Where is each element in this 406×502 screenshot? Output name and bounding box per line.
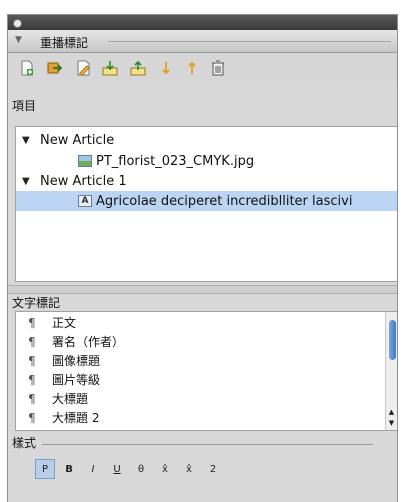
tree-row-label: Agricolae deciperet incrediblliter lasci… bbox=[96, 193, 353, 209]
format-toolbar: P B I U θ x̂ x̂ 2 bbox=[8, 455, 397, 483]
panel-splitter[interactable] bbox=[8, 285, 397, 294]
paragraph-icon: ¶ bbox=[28, 334, 36, 349]
arrow-down-icon bbox=[162, 62, 170, 75]
style-mode-row: 樣式 bbox=[12, 434, 393, 450]
paragraph-icon: ¶ bbox=[28, 372, 36, 387]
ordinal-button[interactable]: 2 bbox=[203, 459, 223, 479]
panel-title: 重播標記 bbox=[40, 36, 89, 50]
italic-button[interactable]: I bbox=[83, 459, 103, 479]
new-document-icon bbox=[21, 60, 33, 76]
list-item-label: 圖像標題 bbox=[52, 354, 101, 368]
mapping-arrow-icon bbox=[47, 62, 63, 74]
tree-row-article[interactable]: ▼ New Article 1 bbox=[16, 171, 397, 191]
panel-header[interactable]: ▼ 重播標記 bbox=[8, 30, 397, 53]
tagging-panel: ▼ 重播標記 項目 ▼ New Article PT_florist_023_C… bbox=[7, 14, 398, 502]
list-scrollbar[interactable]: ▲ ▼ bbox=[385, 312, 397, 430]
superscript-button[interactable]: x̂ bbox=[155, 459, 175, 479]
paragraph-icon: ¶ bbox=[28, 410, 36, 425]
underline-button[interactable]: U bbox=[107, 459, 127, 479]
bold-button[interactable]: B bbox=[59, 459, 79, 479]
text-tags-list: ¶ 正文 ¶ 署名（作者） ¶ 圖像標題 ¶ 圖片等級 ¶ 大標題 ¶ 大標題 … bbox=[15, 311, 397, 431]
tree-row-text-selected[interactable]: A Agricolae deciperet incrediblliter las… bbox=[16, 191, 397, 211]
move-down-button[interactable] bbox=[156, 59, 176, 77]
paragraph-icon: ¶ bbox=[28, 315, 36, 330]
strikethrough-button[interactable]: θ bbox=[131, 459, 151, 479]
new-article-button[interactable] bbox=[17, 59, 37, 77]
close-icon[interactable] bbox=[13, 19, 22, 28]
map-article-button[interactable] bbox=[45, 59, 65, 77]
paragraph-style-button[interactable]: P bbox=[35, 459, 55, 479]
style-mode-label: 樣式 bbox=[12, 436, 37, 450]
toolbar bbox=[8, 53, 397, 83]
scrollbar-thumb[interactable] bbox=[389, 320, 396, 360]
tree-row-article[interactable]: ▼ New Article bbox=[16, 130, 397, 150]
text-tags-section-label: 文字標記 bbox=[12, 296, 61, 310]
paragraph-icon: ¶ bbox=[28, 353, 36, 368]
subscript-button[interactable]: x̂ bbox=[179, 459, 199, 479]
arrow-up-icon bbox=[188, 61, 196, 74]
list-item[interactable]: ¶ 圖像標題 bbox=[16, 352, 100, 369]
list-item-label: 圖片等級 bbox=[52, 373, 101, 387]
edit-tag-button[interactable] bbox=[73, 59, 93, 77]
scroll-down-arrow-icon[interactable]: ▼ bbox=[387, 419, 396, 427]
pencil-icon bbox=[77, 60, 90, 76]
items-section-label: 項目 bbox=[12, 99, 37, 113]
trash-icon bbox=[212, 60, 224, 76]
delete-button[interactable] bbox=[208, 59, 228, 77]
export-button[interactable] bbox=[128, 59, 148, 77]
list-item-label: 大標題 bbox=[52, 392, 89, 406]
paragraph-icon: ¶ bbox=[28, 391, 36, 406]
disclosure-triangle-icon[interactable]: ▼ bbox=[22, 135, 34, 146]
list-item-label: 大標題 2 bbox=[52, 411, 100, 425]
collapse-triangle-icon[interactable]: ▼ bbox=[15, 35, 22, 45]
tree-row-label: PT_florist_023_CMYK.jpg bbox=[96, 153, 255, 169]
list-item[interactable]: ¶ 大標題 bbox=[16, 390, 88, 407]
import-tray-icon bbox=[102, 61, 118, 76]
list-item[interactable]: ¶ 正文 bbox=[16, 314, 76, 331]
scroll-up-arrow-icon[interactable]: ▲ bbox=[387, 408, 396, 416]
move-up-button[interactable] bbox=[182, 59, 202, 77]
list-item-label: 正文 bbox=[52, 316, 77, 330]
tree-row-image[interactable]: PT_florist_023_CMYK.jpg bbox=[16, 151, 397, 171]
image-file-icon bbox=[78, 155, 92, 167]
import-button[interactable] bbox=[100, 59, 120, 77]
tree-row-label: New Article bbox=[40, 132, 115, 148]
header-rule bbox=[108, 41, 391, 42]
tree-row-label: New Article 1 bbox=[40, 173, 127, 189]
list-item[interactable]: ¶ 署名（作者） bbox=[16, 333, 124, 350]
list-item[interactable]: ¶ 圖片等級 bbox=[16, 371, 100, 388]
items-tree: ▼ New Article PT_florist_023_CMYK.jpg ▼ … bbox=[15, 126, 397, 282]
disclosure-triangle-icon[interactable]: ▼ bbox=[22, 176, 34, 187]
panel-titlebar[interactable] bbox=[8, 15, 397, 30]
list-item[interactable]: ¶ 大標題 2 bbox=[16, 409, 99, 426]
style-mode-rule bbox=[42, 444, 373, 445]
export-tray-icon bbox=[130, 60, 146, 76]
list-item-label: 署名（作者） bbox=[52, 335, 125, 349]
text-frame-icon: A bbox=[78, 195, 92, 207]
